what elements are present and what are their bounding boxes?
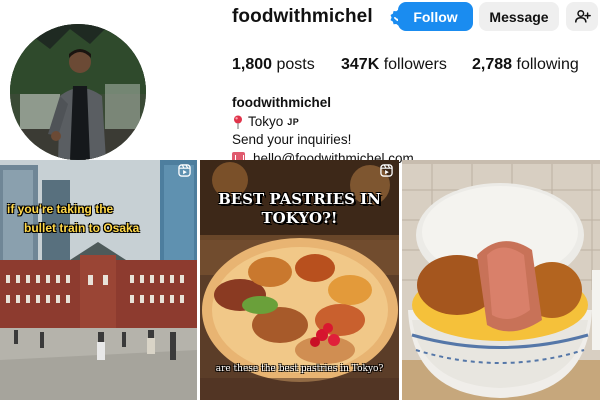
profile-avatar[interactable] [10,24,146,160]
bio-name: foodwithmichel [232,95,331,110]
followers-count: 347K [341,56,380,73]
reel-icon [380,164,393,177]
bio-text: Send your inquiries! [232,132,352,147]
posts-stat: 1,800 posts [232,56,315,74]
posts-label: posts [276,56,315,73]
followers-stat[interactable]: 347K followers [341,56,447,74]
bio-location-suffix: JP [287,116,300,127]
followers-label: followers [383,56,447,73]
profile-bio: foodwithmichel Tokyo JP Send your inquir… [232,94,414,168]
add-user-icon [574,9,591,23]
reel-icon [178,164,191,177]
post-caption-subtitle: are these the best pastries in Tokyo? [215,364,384,374]
message-button[interactable]: Message [479,2,559,31]
suggest-users-button[interactable] [566,2,598,31]
follow-button[interactable]: Follow [398,2,473,31]
location-pin-icon [234,115,242,129]
grid-post[interactable]: if you're taking the bullet train to Osa… [0,160,197,400]
bio-location-text: Tokyo [248,113,284,129]
post-caption-line1: if you're taking the [7,202,114,216]
profile-username: foodwithmichel [232,6,373,27]
profile-header: foodwithmichel Follow Message 1,800 post… [0,0,600,166]
bio-location: Tokyo JP [232,113,414,132]
post-thumbnail-katsu-bowl [402,160,600,400]
grid-post[interactable] [402,160,600,400]
posts-count: 1,800 [232,56,273,73]
post-caption-title: BEST PASTRIES IN TOKYO?! [218,190,381,227]
post-caption-line2: bullet train to Osaka [24,221,140,235]
grid-post[interactable]: BEST PASTRIES IN TOKYO?! are these the b… [200,160,399,400]
following-label: following [516,56,579,73]
following-count: 2,788 [472,56,513,73]
avatar-photo [10,24,146,160]
posts-grid: if you're taking the bullet train to Osa… [0,160,600,400]
following-stat[interactable]: 2,788 following [472,56,579,74]
post-thumbnail-tokyo-station [0,160,197,400]
